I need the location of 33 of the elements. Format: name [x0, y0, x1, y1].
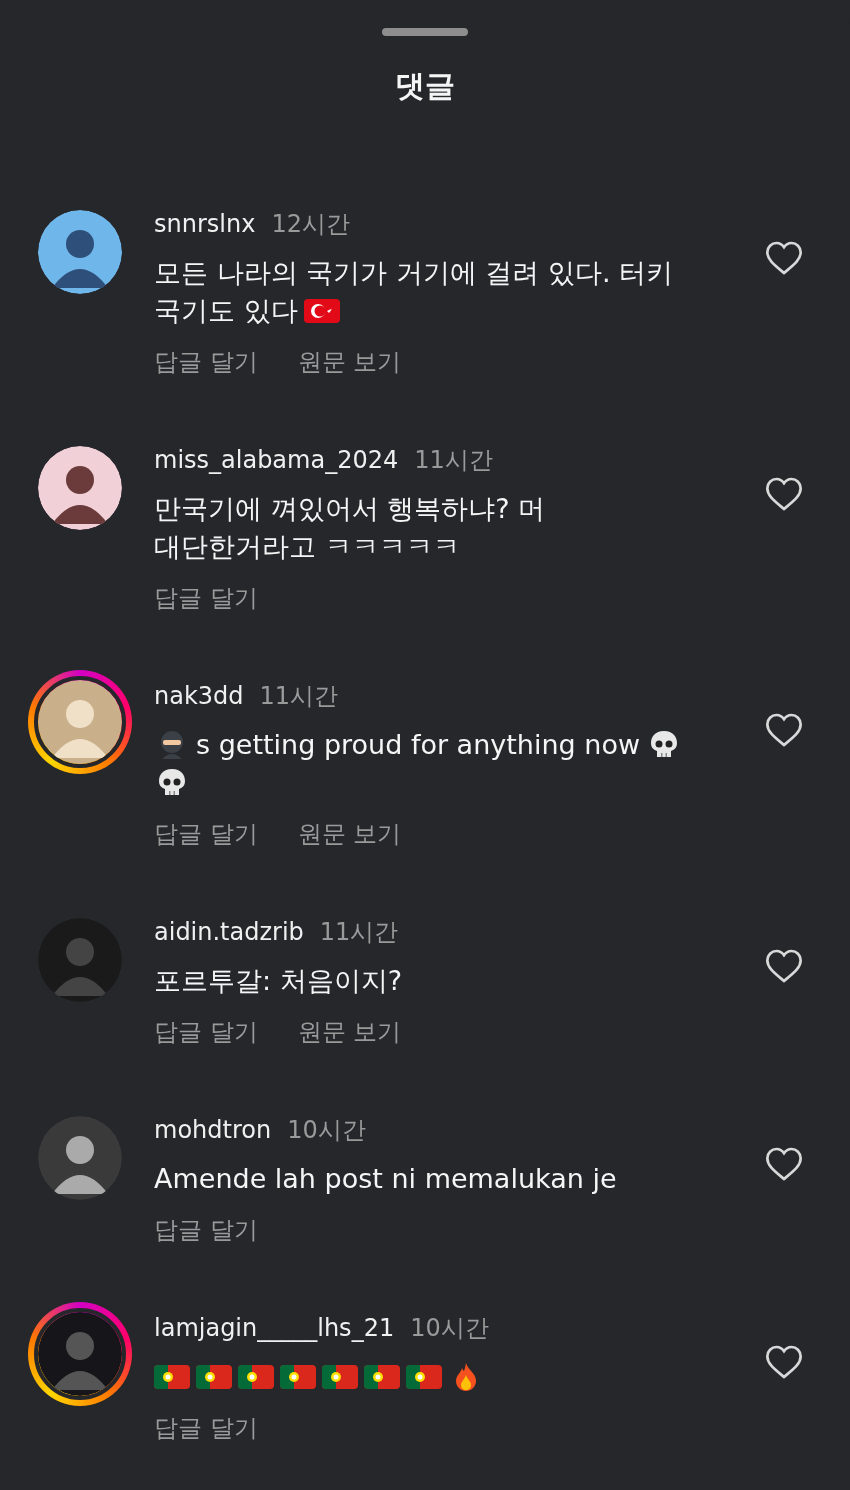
reply-link[interactable]: 답글 달기 [154, 344, 258, 380]
timestamp: 10시간 [287, 1115, 366, 1146]
timestamp: 11시간 [319, 917, 399, 948]
username[interactable]: nak3dd [154, 678, 244, 714]
drag-handle[interactable] [382, 28, 468, 36]
username[interactable]: snnrslnx [154, 206, 256, 242]
comment-text: 대단한거라고 ㅋㅋㅋㅋㅋ [154, 530, 460, 564]
avatar[interactable] [36, 444, 124, 532]
comment-text: 국기도 있다 [154, 294, 298, 328]
timestamp: 11시간 [259, 681, 339, 712]
avatar[interactable] [36, 208, 124, 296]
comment-text: 만국기에 껴있어서 행복하냐? 머 [154, 492, 546, 526]
comment-text: 모든 나라의 국기가 거기에 걸려 있다. 터키 [154, 256, 674, 290]
comment-text: Amende lah post ni memalukan je [154, 1162, 617, 1196]
username[interactable]: mohdtron [154, 1112, 272, 1148]
timestamp: 12시간 [271, 209, 350, 240]
timestamp: 11시간 [414, 445, 493, 476]
username[interactable]: aidin.tadzrib [154, 914, 304, 950]
reply-link[interactable]: 답글 달기 [154, 816, 258, 852]
comment-text: 포르투갈: 처음이지? [154, 964, 402, 998]
reply-link[interactable]: 답글 달기 [154, 1014, 258, 1050]
reply-link[interactable]: 답글 달기 [154, 580, 258, 616]
avatar[interactable] [36, 1114, 124, 1202]
reply-link[interactable]: 답글 달기 [154, 1212, 258, 1248]
comment-text: s getting proud for anything now [196, 728, 640, 762]
username[interactable]: lamjagin_____lhs_21 [154, 1310, 395, 1346]
sheet-title: 댓글 [394, 67, 456, 105]
timestamp: 10시간 [410, 1313, 489, 1344]
see-translation-link[interactable]: 원문 보기 [297, 344, 402, 380]
reply-link[interactable]: 답글 달기 [154, 1410, 258, 1446]
see-translation-link[interactable]: 원문 보기 [297, 816, 402, 852]
see-translation-link[interactable]: 원문 보기 [297, 1014, 402, 1050]
username[interactable]: miss_alabama_2024 [154, 442, 399, 478]
